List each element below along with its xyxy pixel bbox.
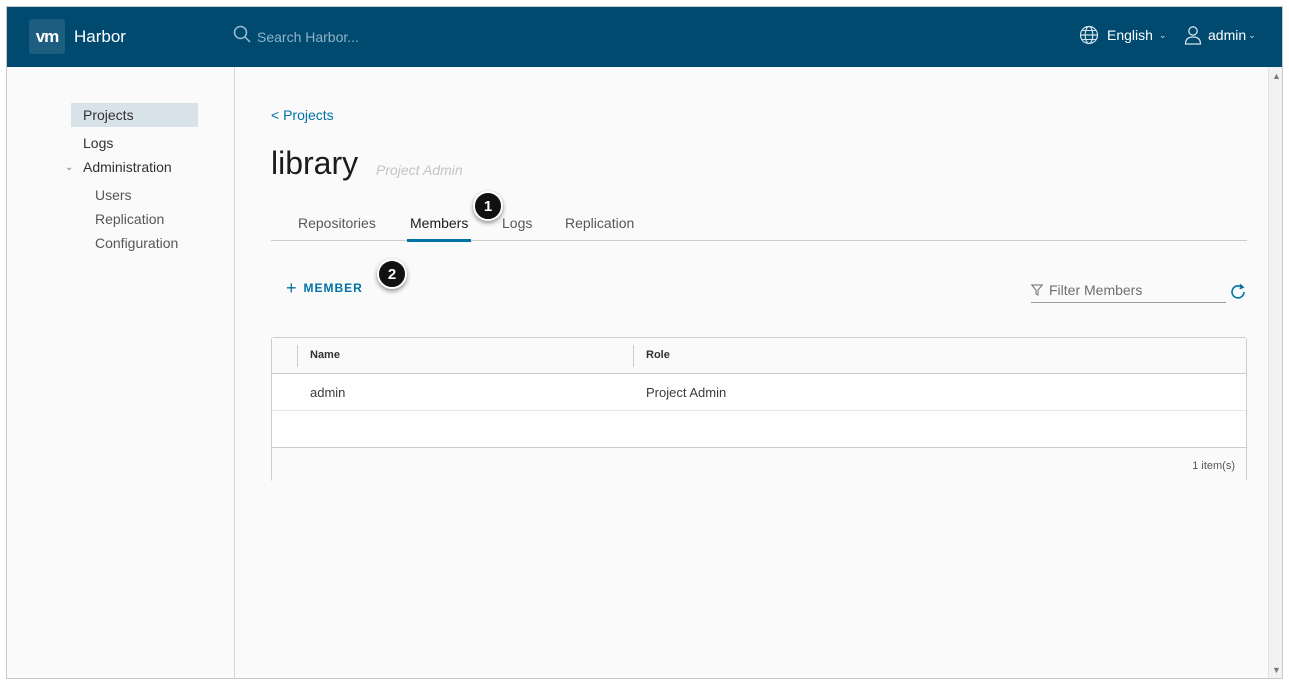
- plus-icon: +: [286, 278, 298, 298]
- sidebar-item-replication[interactable]: Replication: [95, 211, 164, 227]
- refresh-icon[interactable]: [1229, 283, 1247, 306]
- callout-badge-1: 1: [473, 191, 503, 221]
- add-member-label: MEMBER: [303, 281, 363, 295]
- sidebar-group-administration[interactable]: ⌄ Administration: [65, 159, 172, 175]
- sidebar-item-configuration[interactable]: Configuration: [95, 235, 178, 251]
- item-count: 1 item(s): [1192, 460, 1235, 472]
- add-member-button[interactable]: + MEMBER: [286, 278, 363, 298]
- table-row[interactable]: admin Project Admin: [272, 374, 1246, 411]
- column-divider: [297, 345, 298, 367]
- search-input[interactable]: [257, 28, 457, 45]
- tab-replication[interactable]: Replication: [562, 215, 637, 239]
- top-header: vm Harbor English ⌄ admin ⌄: [7, 7, 1282, 67]
- sidebar-item-users[interactable]: Users: [95, 187, 132, 203]
- sidebar-item-logs[interactable]: Logs: [71, 131, 198, 155]
- filter-members[interactable]: [1031, 277, 1226, 303]
- globe-icon: [1079, 25, 1099, 45]
- page-title: library: [271, 145, 359, 181]
- breadcrumb[interactable]: < Projects: [271, 107, 334, 123]
- chevron-down-icon: ⌄: [65, 161, 74, 173]
- column-divider[interactable]: [633, 345, 634, 367]
- tab-logs[interactable]: Logs: [499, 215, 535, 239]
- project-tabs: Repositories Members Logs Replication: [271, 207, 1247, 242]
- chevron-down-icon: ⌄: [1158, 29, 1167, 40]
- main-content: < Projects library Project Admin Reposit…: [236, 67, 1266, 678]
- filter-icon: [1031, 284, 1043, 296]
- language-label: English: [1107, 27, 1153, 43]
- member-role-cell: Project Admin: [646, 385, 727, 400]
- column-header-role[interactable]: Role: [646, 349, 670, 361]
- global-search[interactable]: [233, 25, 457, 48]
- scroll-up-arrow-icon[interactable]: ▲: [1269, 69, 1282, 84]
- tab-repositories[interactable]: Repositories: [295, 215, 379, 239]
- user-menu[interactable]: admin ⌄: [1184, 25, 1256, 45]
- language-selector[interactable]: English ⌄: [1079, 25, 1166, 45]
- project-role-tag: Project Admin: [376, 162, 463, 178]
- filter-members-input[interactable]: [1049, 281, 1219, 298]
- tab-members[interactable]: Members: [407, 215, 472, 242]
- member-name-cell: admin: [310, 385, 346, 400]
- chevron-down-icon: ⌄: [1248, 29, 1256, 40]
- table-header: Name Role: [272, 338, 1246, 374]
- user-icon: [1184, 25, 1202, 45]
- vertical-scrollbar[interactable]: ▲ ▼: [1268, 67, 1282, 678]
- brand-name[interactable]: Harbor: [74, 27, 126, 47]
- callout-badge-2: 2: [377, 259, 407, 289]
- sidebar-item-projects[interactable]: Projects: [71, 103, 198, 127]
- sidebar: Projects Logs ⌄ Administration Users Rep…: [7, 67, 235, 678]
- scroll-down-arrow-icon[interactable]: ▼: [1269, 663, 1282, 678]
- username-label: admin: [1208, 27, 1247, 43]
- search-icon: [233, 25, 251, 48]
- members-table: Name Role admin Project Admin 1 item(s): [271, 337, 1247, 482]
- vmware-logo[interactable]: vm: [29, 19, 65, 54]
- sidebar-group-label: Administration: [83, 159, 172, 175]
- browser-frame: vm Harbor English ⌄ admin ⌄ Projects Log…: [6, 6, 1283, 679]
- column-header-name[interactable]: Name: [310, 349, 340, 361]
- table-footer: 1 item(s): [272, 447, 1246, 482]
